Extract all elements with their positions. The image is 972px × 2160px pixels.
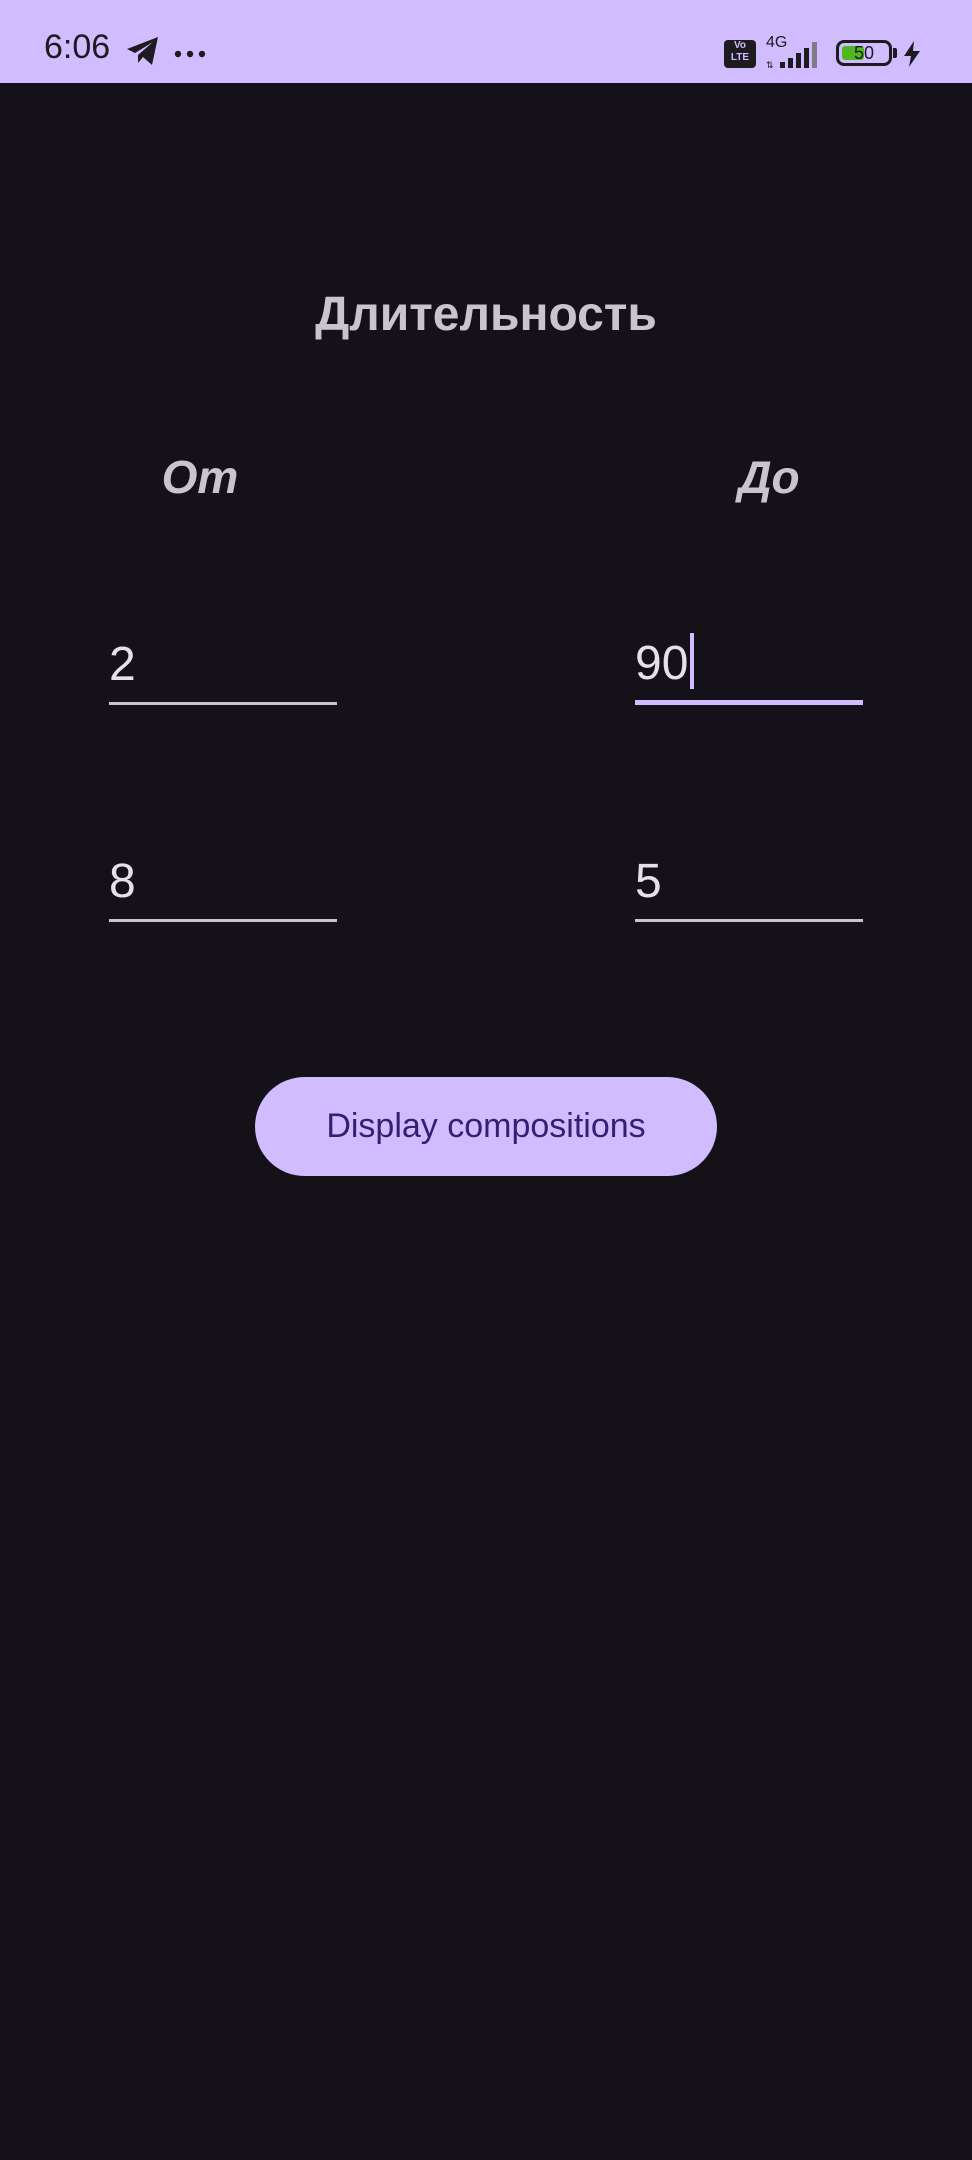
from-field-row-1[interactable]: 2 — [109, 625, 337, 705]
from-value-row-1[interactable]: 2 — [109, 641, 136, 689]
from-field-row-2[interactable]: 8 — [109, 842, 337, 922]
app-screen: 6:06 Vo LTE 4G ⇅ 50 Длительность От До 2… — [0, 0, 972, 2160]
signal-icon: ⇅ — [766, 42, 817, 70]
telegram-icon — [127, 37, 158, 65]
to-value-row-2[interactable]: 5 — [635, 858, 662, 906]
volte-icon: Vo LTE — [724, 40, 756, 68]
volte-top-label: Vo — [733, 40, 747, 51]
field-underline — [635, 919, 863, 922]
to-field-row-1[interactable]: 90 — [635, 625, 863, 705]
from-label: От — [161, 451, 239, 503]
more-icon — [174, 50, 206, 58]
volte-bottom-label: LTE — [730, 52, 750, 63]
to-value-row-1[interactable]: 90 — [635, 637, 688, 690]
display-compositions-button[interactable]: Display compositions — [255, 1077, 717, 1176]
svg-text:⇅: ⇅ — [766, 61, 774, 70]
battery-cap — [893, 48, 897, 58]
page-title: Длительность — [315, 288, 657, 341]
status-time: 6:06 — [44, 28, 111, 66]
to-field-row-2[interactable]: 5 — [635, 842, 863, 922]
field-underline-focused — [635, 700, 863, 705]
battery-icon: 50 — [836, 40, 892, 66]
status-bar: 6:06 Vo LTE 4G ⇅ 50 — [0, 0, 972, 83]
from-value-row-2[interactable]: 8 — [109, 858, 136, 906]
to-label: До — [738, 451, 800, 503]
text-caret — [690, 633, 695, 689]
battery-level: 50 — [853, 43, 875, 63]
field-underline — [109, 702, 337, 705]
field-underline — [109, 919, 337, 922]
to-value-row-1-wrapper[interactable]: 90 — [635, 633, 695, 690]
charging-icon — [904, 41, 920, 67]
